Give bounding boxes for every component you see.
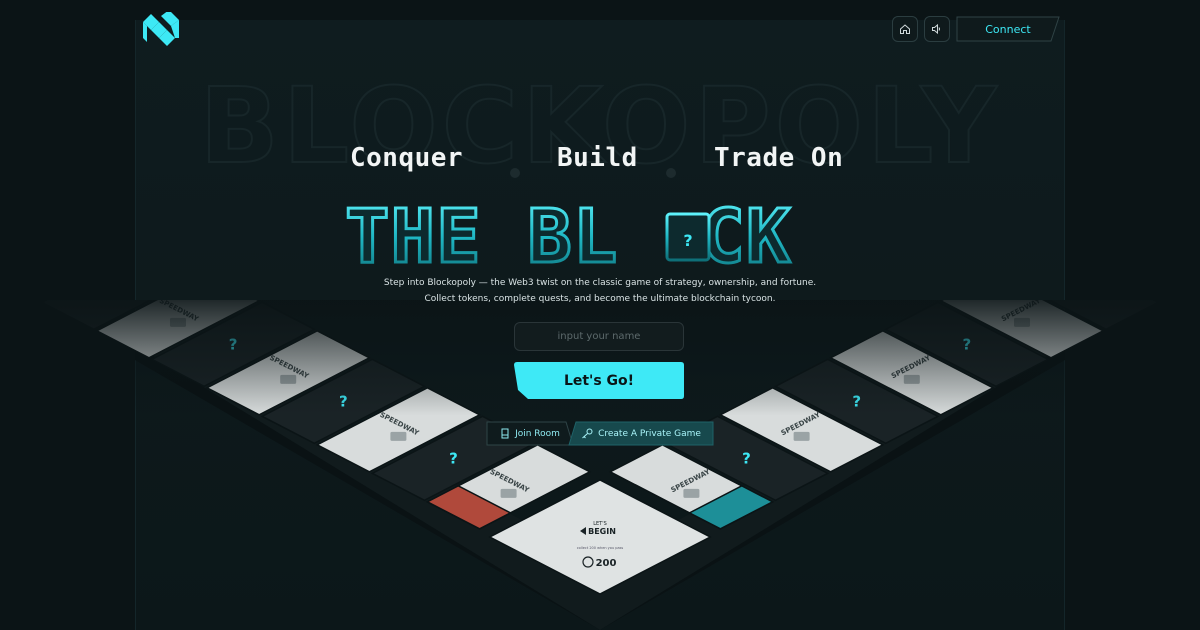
lets-go-button[interactable]: Let's Go! [514, 362, 684, 399]
connect-label: Connect [985, 22, 1031, 36]
create-private-game-label: Create A Private Game [598, 428, 701, 439]
tagline-conquer: Conquer [350, 143, 464, 173]
connect-button[interactable]: Connect [956, 16, 1060, 42]
svg-text:THE BLCK: THE BL CK [345, 200, 791, 272]
title-mystery-mark: ? [683, 231, 692, 250]
blockopoly-logo[interactable] [141, 10, 181, 48]
home-button[interactable] [892, 16, 918, 42]
lets-go-label: Let's Go! [563, 372, 635, 389]
hero-title: THE BL CK ? [345, 200, 792, 272]
join-room-label: Join Room [515, 428, 560, 439]
page-background: BLOCKOPOLY SPEEDWAY?SPEEDWAY?SPEEDWAY?SP… [0, 0, 1200, 630]
ticket-icon [501, 428, 509, 439]
tagline-separator [510, 168, 520, 178]
description-line-1: Step into Blockopoly — the Web3 twist on… [383, 278, 817, 288]
key-icon [582, 428, 593, 439]
tagline-build: Build [557, 143, 638, 173]
tagline-trade-on: Trade On [714, 143, 844, 173]
hero-description: Step into Blockopoly — the Web3 twist on… [0, 275, 1200, 307]
sound-button[interactable] [924, 16, 950, 42]
title-part-2: CK [700, 200, 791, 272]
join-room-button[interactable]: Join Room [486, 421, 574, 446]
name-input[interactable] [514, 322, 684, 351]
home-icon [900, 24, 910, 34]
create-private-game-button[interactable]: Create A Private Game [568, 421, 714, 446]
speaker-icon [932, 23, 940, 35]
description-line-2: Collect tokens, complete quests, and bec… [424, 294, 776, 304]
header-actions: Connect [892, 16, 1060, 42]
tagline-separator [666, 168, 676, 178]
title-part-1: THE BL [345, 200, 618, 272]
